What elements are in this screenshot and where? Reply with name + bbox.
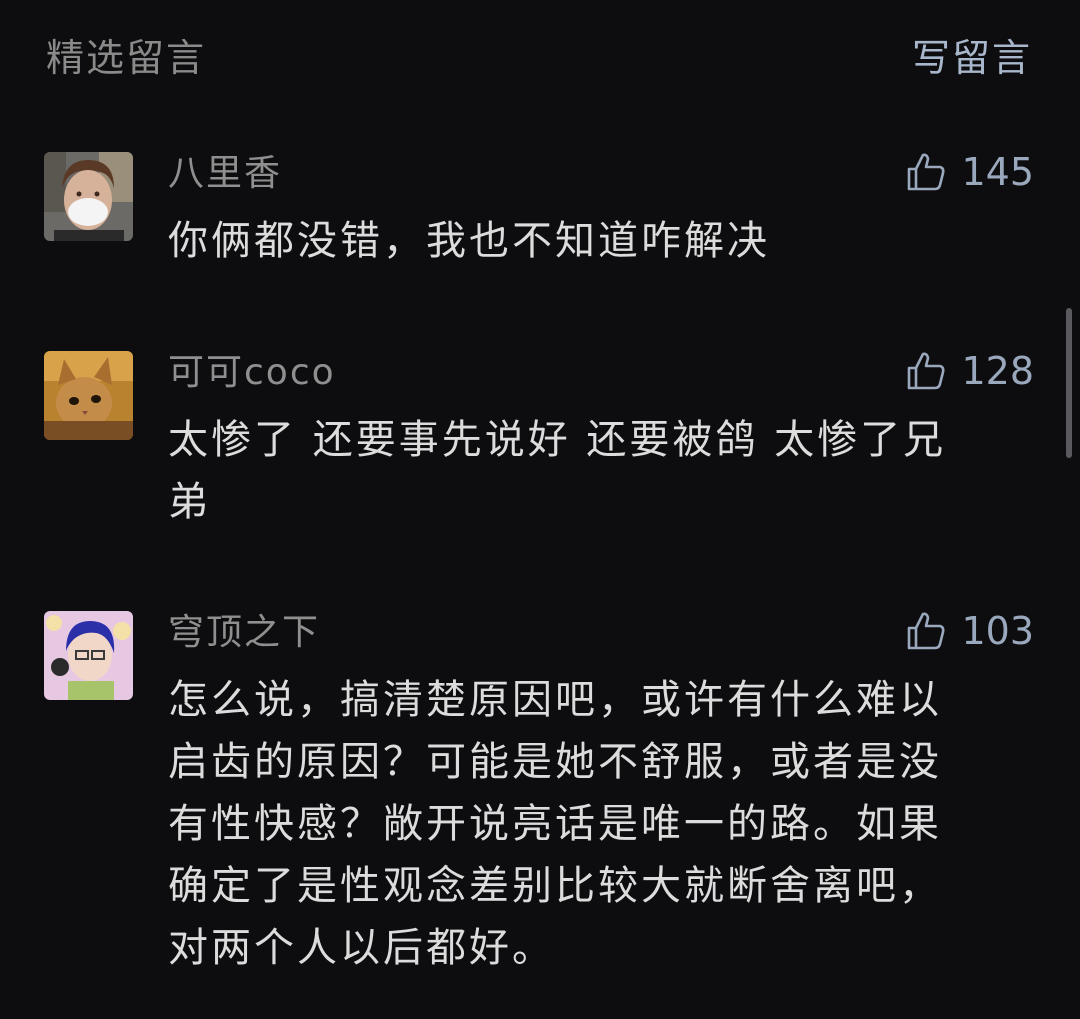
like-button[interactable]: 128 xyxy=(905,347,1034,395)
avatar[interactable] xyxy=(44,351,133,440)
like-count: 145 xyxy=(961,150,1034,194)
like-button[interactable]: 145 xyxy=(905,148,1034,196)
comment-author[interactable]: 可可coco xyxy=(168,351,336,395)
avatar[interactable] xyxy=(44,611,133,700)
like-count: 128 xyxy=(961,349,1034,393)
avatar[interactable] xyxy=(44,152,133,241)
like-count: 103 xyxy=(961,609,1034,653)
thumbs-up-icon xyxy=(908,352,945,390)
thumbs-up-icon xyxy=(908,153,945,191)
comment-content: 太惨了 还要事先说好 还要被鸽 太惨了兄 弟 xyxy=(168,417,947,525)
section-title: 精选留言 xyxy=(46,36,207,80)
comment-content: 你俩都没错，我也不知道咋解决 xyxy=(168,218,770,264)
like-button[interactable]: 103 xyxy=(905,607,1034,655)
comments-header: 精选留言 写留言 xyxy=(0,0,1080,120)
scrollbar[interactable] xyxy=(1066,308,1072,458)
comment-author[interactable]: 八里香 xyxy=(168,152,282,196)
comment-content: 怎么说，搞清楚原因吧，或许有什么难以 启齿的原因？可能是她不舒服，或者是没 有性… xyxy=(168,677,942,971)
thumbs-up-icon xyxy=(908,612,945,650)
write-comment-button[interactable]: 写留言 xyxy=(912,32,1032,84)
comment-author[interactable]: 穹顶之下 xyxy=(168,611,320,655)
